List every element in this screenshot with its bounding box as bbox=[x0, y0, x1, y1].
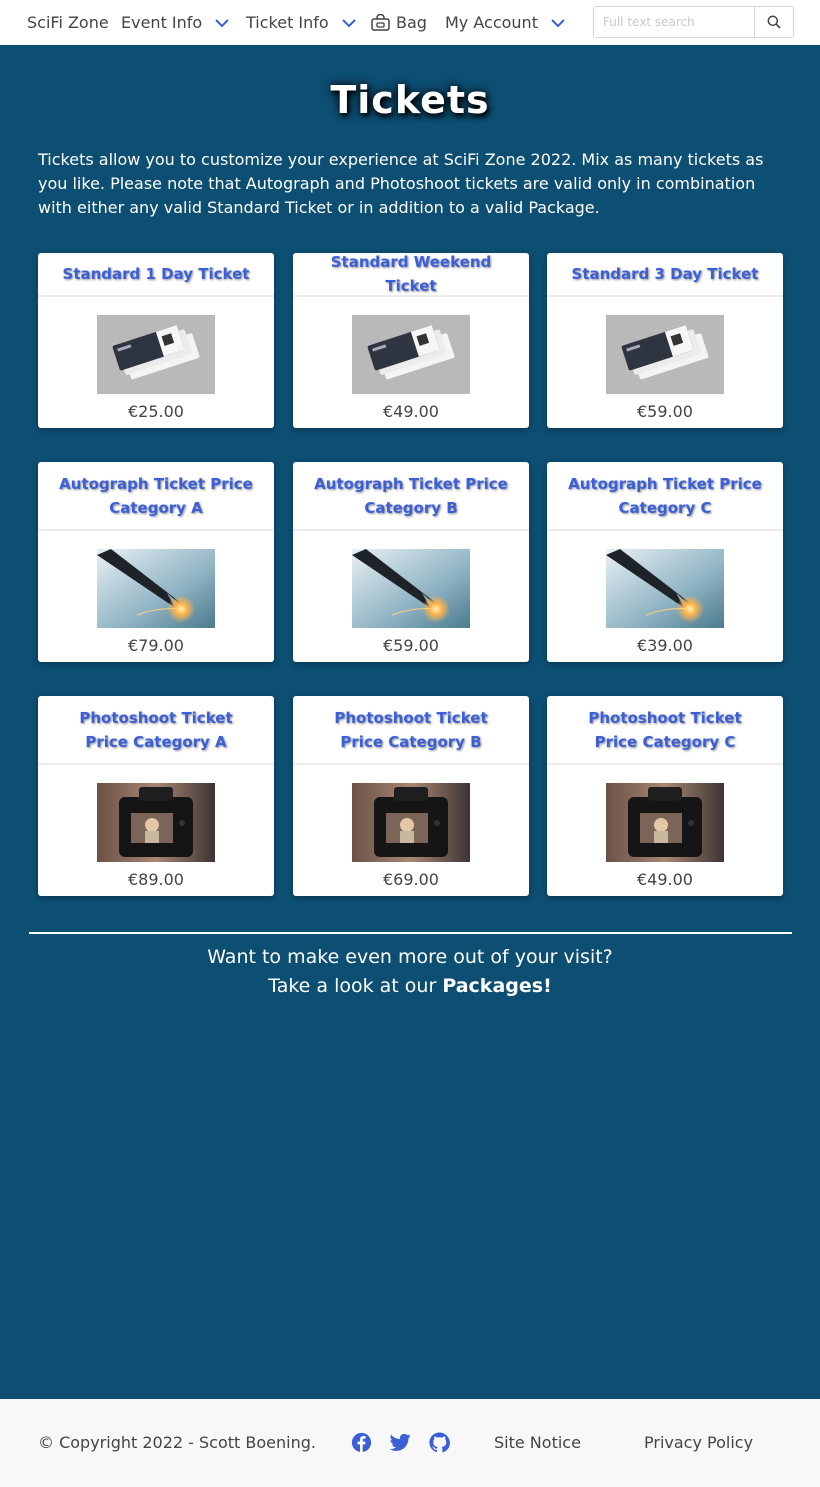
chevron-down-icon bbox=[215, 18, 229, 27]
chevron-down-icon bbox=[551, 18, 565, 27]
ticket-card: Photoshoot Ticket Price Category A €89.0… bbox=[38, 696, 274, 896]
ticket-image[interactable] bbox=[352, 315, 470, 394]
copyright-text: © Copyright 2022 - Scott Boening. bbox=[38, 1433, 316, 1452]
ticket-card-title[interactable]: Standard 3 Day Ticket bbox=[547, 253, 783, 297]
ticket-card-title[interactable]: Photoshoot Ticket Price Category C bbox=[547, 696, 783, 765]
top-navbar: SciFi Zone Event Info Ticket Info Bag My… bbox=[0, 0, 820, 45]
intro-text: Tickets allow you to customize your expe… bbox=[38, 150, 764, 217]
privacy-policy-link[interactable]: Privacy Policy bbox=[644, 1433, 753, 1452]
section-divider bbox=[29, 932, 792, 934]
ticket-price: €25.00 bbox=[128, 402, 184, 421]
cta-line-2-text: Take a look at our bbox=[268, 975, 443, 997]
ticket-card: Standard 3 Day Ticket €59.00 bbox=[547, 253, 783, 428]
search-input[interactable] bbox=[594, 7, 755, 37]
chevron-down-icon bbox=[341, 18, 356, 27]
ticket-price: €69.00 bbox=[383, 870, 439, 889]
ticket-price: €59.00 bbox=[383, 636, 439, 655]
camera-image[interactable] bbox=[352, 783, 470, 862]
ticket-card: Photoshoot Ticket Price Category C €49.0… bbox=[547, 696, 783, 896]
ticket-card: Autograph Ticket Price Category B €59.00 bbox=[293, 462, 529, 662]
pen-image[interactable] bbox=[606, 549, 724, 628]
packages-link[interactable]: Packages! bbox=[442, 975, 551, 997]
nav-event-info-label: Event Info bbox=[121, 13, 203, 32]
footer: © Copyright 2022 - Scott Boening. Site N… bbox=[0, 1399, 820, 1487]
site-notice-link[interactable]: Site Notice bbox=[494, 1433, 581, 1452]
pen-image[interactable] bbox=[352, 549, 470, 628]
search-icon bbox=[767, 15, 781, 29]
camera-image[interactable] bbox=[97, 783, 215, 862]
brand-link[interactable]: SciFi Zone bbox=[27, 0, 109, 45]
ticket-card-title[interactable]: Autograph Ticket Price Category A bbox=[38, 462, 274, 531]
cta-line-1: Want to make even more out of your visit… bbox=[207, 946, 613, 968]
github-icon[interactable] bbox=[429, 1432, 450, 1453]
facebook-icon[interactable] bbox=[351, 1432, 372, 1453]
ticket-card-title[interactable]: Photoshoot Ticket Price Category B bbox=[293, 696, 529, 765]
ticket-price: €39.00 bbox=[637, 636, 693, 655]
bag-icon bbox=[371, 14, 390, 31]
ticket-card: Autograph Ticket Price Category C €39.00 bbox=[547, 462, 783, 662]
ticket-card-title[interactable]: Standard Weekend Ticket bbox=[293, 253, 529, 297]
twitter-icon[interactable] bbox=[390, 1433, 411, 1452]
camera-image[interactable] bbox=[606, 783, 724, 862]
ticket-price: €49.00 bbox=[637, 870, 693, 889]
nav-ticket-info-label: Ticket Info bbox=[246, 13, 329, 32]
ticket-price: €49.00 bbox=[383, 402, 439, 421]
social-links bbox=[351, 1432, 450, 1453]
ticket-price: €89.00 bbox=[128, 870, 184, 889]
ticket-card-title[interactable]: Standard 1 Day Ticket bbox=[38, 253, 274, 297]
ticket-card: Standard Weekend Ticket €49.00 bbox=[293, 253, 529, 428]
ticket-price: €59.00 bbox=[637, 402, 693, 421]
ticket-card-title[interactable]: Autograph Ticket Price Category B bbox=[293, 462, 529, 531]
pen-image[interactable] bbox=[97, 549, 215, 628]
cta-line-2: Take a look at our Packages! bbox=[0, 975, 820, 997]
nav-ticket-info[interactable]: Ticket Info bbox=[246, 0, 357, 45]
ticket-card-title[interactable]: Autograph Ticket Price Category C bbox=[547, 462, 783, 531]
ticket-image[interactable] bbox=[606, 315, 724, 394]
ticket-image[interactable] bbox=[97, 315, 215, 394]
ticket-price: €79.00 bbox=[128, 636, 184, 655]
nav-bag[interactable]: Bag bbox=[371, 0, 427, 45]
nav-my-account[interactable]: My Account bbox=[445, 0, 566, 45]
ticket-card: Standard 1 Day Ticket €25.00 bbox=[38, 253, 274, 428]
ticket-card: Photoshoot Ticket Price Category B €69.0… bbox=[293, 696, 529, 896]
ticket-card: Autograph Ticket Price Category A €79.00 bbox=[38, 462, 274, 662]
search-form bbox=[593, 6, 794, 38]
search-button[interactable] bbox=[755, 7, 793, 37]
nav-my-account-label: My Account bbox=[445, 13, 538, 32]
ticket-card-title[interactable]: Photoshoot Ticket Price Category A bbox=[38, 696, 274, 765]
page-title: Tickets bbox=[330, 78, 490, 122]
nav-event-info[interactable]: Event Info bbox=[121, 0, 230, 45]
nav-bag-label: Bag bbox=[396, 13, 427, 32]
